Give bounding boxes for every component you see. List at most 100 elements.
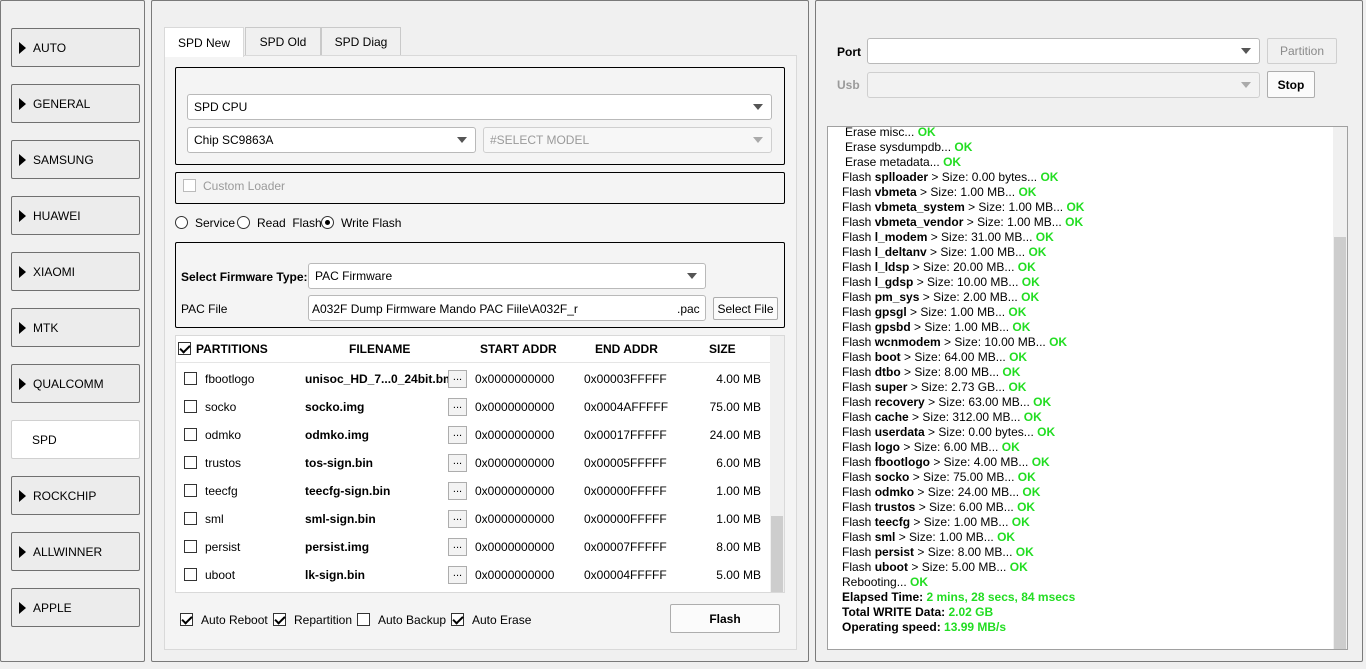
select-file-button[interactable]: Select File xyxy=(713,297,778,320)
log-text: Flash xyxy=(842,410,875,424)
brand-button-auto[interactable]: AUTO xyxy=(11,28,140,67)
row-checkbox[interactable] xyxy=(184,512,197,525)
brand-label: AUTO xyxy=(33,40,67,55)
browse-file-button[interactable]: ... xyxy=(448,566,467,584)
row-size: 4.00 MB xyxy=(716,372,761,386)
pac-file-field[interactable]: A032F Dump Firmware Mando PAC Fiile\A032… xyxy=(308,295,706,321)
log-text: Flash xyxy=(842,470,875,484)
log-partition: l_modem xyxy=(874,230,928,244)
log-size: > Size: 1.00 MB... xyxy=(916,185,1019,199)
port-select[interactable] xyxy=(867,38,1260,64)
browse-file-button[interactable]: ... xyxy=(448,482,467,500)
row-checkbox[interactable] xyxy=(184,428,197,441)
browse-file-button[interactable]: ... xyxy=(448,454,467,472)
custom-loader-checkbox[interactable] xyxy=(183,179,196,192)
option-auto-reboot-checkbox[interactable] xyxy=(180,613,193,626)
write-flash-radio[interactable] xyxy=(321,216,334,229)
summary-label: Total WRITE Data: xyxy=(842,605,949,619)
log-size: > Size: 8.00 MB... xyxy=(900,365,1003,379)
browse-file-button[interactable]: ... xyxy=(448,370,467,388)
spd-cpu-select[interactable]: SPD CPU xyxy=(187,94,772,120)
option-label: Repartition xyxy=(294,613,353,627)
log-status: OK xyxy=(943,155,962,169)
log-line: Flash dtbo > Size: 8.00 MB... OK xyxy=(842,365,1020,380)
brand-label: ROCKCHIP xyxy=(33,488,97,503)
log-size: > Size: 0.00 bytes... xyxy=(924,425,1038,439)
log-line: Flash logo > Size: 6.00 MB... OK xyxy=(842,440,1020,455)
brand-button-qualcomm[interactable]: QUALCOMM xyxy=(11,364,140,403)
table-row[interactable]: teecfg teecfg-sign.bin... 0x0000000000 0x00… xyxy=(176,477,770,505)
table-row[interactable]: sml sml-sign.bin... 0x0000000000 0x00000FFF… xyxy=(176,505,770,533)
log-text: Erase misc... xyxy=(845,126,918,139)
brand-button-rockchip[interactable]: ROCKCHIP xyxy=(11,476,140,515)
log-text: Flash xyxy=(842,395,875,409)
chip-select[interactable]: Chip SC9863A xyxy=(187,127,476,153)
browse-file-button[interactable]: ... xyxy=(448,398,467,416)
header-filename: FILENAME xyxy=(349,342,411,356)
table-row[interactable]: socko socko.img... 0x0000000000 0x0004AFFFF… xyxy=(176,393,770,421)
log-text: Flash xyxy=(842,485,875,499)
row-checkbox[interactable] xyxy=(184,456,197,469)
brand-label: MTK xyxy=(33,320,59,335)
table-scrollbar-thumb[interactable] xyxy=(771,516,783,592)
firmware-type-select[interactable]: PAC Firmware xyxy=(308,263,706,289)
service-radio[interactable] xyxy=(175,216,188,229)
log-text: Flash xyxy=(842,350,875,364)
tab-spd-old[interactable]: SPD Old xyxy=(245,27,321,56)
row-checkbox[interactable] xyxy=(184,400,197,413)
partition-button[interactable]: Partition xyxy=(1267,38,1337,64)
log-size: > Size: 31.00 MB... xyxy=(927,230,1036,244)
option-auto-backup-checkbox[interactable] xyxy=(357,613,370,626)
partitions-select-all-checkbox[interactable] xyxy=(178,342,191,355)
log-scrollbar[interactable] xyxy=(1333,127,1347,649)
log-line: Flash cache > Size: 312.00 MB... OK xyxy=(842,410,1042,425)
port-label: Port xyxy=(837,45,861,59)
summary-label: Elapsed Time: xyxy=(842,590,927,604)
row-checkbox[interactable] xyxy=(184,568,197,581)
brand-button-general[interactable]: GENERAL xyxy=(11,84,140,123)
brand-button-spd[interactable]: SPD xyxy=(11,420,140,459)
brand-button-allwinner[interactable]: ALLWINNER xyxy=(11,532,140,571)
log-size: > Size: 1.00 MB... xyxy=(963,215,1066,229)
log-size: > Size: 4.00 MB... xyxy=(930,455,1032,469)
caret-right-icon xyxy=(19,545,26,558)
option-auto-erase-checkbox[interactable] xyxy=(451,613,464,626)
log-partition: odmko xyxy=(874,485,915,499)
table-row[interactable]: persist persist.img... 0x0000000000 0x00007… xyxy=(176,533,770,561)
chevron-down-icon xyxy=(753,137,763,143)
table-scrollbar[interactable] xyxy=(770,336,784,592)
browse-file-button[interactable]: ... xyxy=(448,510,467,528)
row-end-addr: 0x00004FFFFF xyxy=(584,568,667,582)
chevron-down-icon xyxy=(753,104,763,110)
log-status: OK xyxy=(917,126,936,139)
log-status: OK xyxy=(1009,560,1028,574)
tab-spd-new[interactable]: SPD New xyxy=(164,27,244,57)
table-row[interactable]: fbootlogo unisoc_HD_7...0_24bit.bmp... 0x0… xyxy=(176,365,770,393)
log-line: Flash l_ldsp > Size: 20.00 MB... OK xyxy=(842,260,1036,275)
stop-button[interactable]: Stop xyxy=(1267,71,1315,98)
row-checkbox[interactable] xyxy=(184,484,197,497)
browse-file-button[interactable]: ... xyxy=(448,538,467,556)
table-row[interactable]: odmko odmko.img... 0x0000000000 0x00017FFFF… xyxy=(176,421,770,449)
brand-button-huawei[interactable]: HUAWEI xyxy=(11,196,140,235)
flash-button[interactable]: Flash xyxy=(670,604,780,633)
log-scrollbar-thumb[interactable] xyxy=(1334,237,1346,649)
tab-spd-diag[interactable]: SPD Diag xyxy=(321,27,401,56)
row-start-addr: 0x0000000000 xyxy=(475,512,555,526)
table-row[interactable]: uboot lk-sign.bin... 0x0000000000 0x00004FF… xyxy=(176,561,770,589)
browse-file-button[interactable]: ... xyxy=(448,426,467,444)
row-checkbox[interactable] xyxy=(184,372,197,385)
usb-select[interactable] xyxy=(867,72,1260,98)
read-flash-radio[interactable] xyxy=(237,216,250,229)
log-line: Flash trustos > Size: 6.00 MB... OK xyxy=(842,500,1035,515)
brand-button-mtk[interactable]: MTK xyxy=(11,308,140,347)
row-partition: teecfg xyxy=(205,484,238,498)
row-checkbox[interactable] xyxy=(184,540,197,553)
log-text: Flash xyxy=(842,170,875,184)
brand-button-samsung[interactable]: SAMSUNG xyxy=(11,140,140,179)
brand-button-apple[interactable]: APPLE xyxy=(11,588,140,627)
option-repartition-checkbox[interactable] xyxy=(273,613,286,626)
table-row[interactable]: trustos tos-sign.bin... 0x0000000000 0x0000… xyxy=(176,449,770,477)
model-select[interactable]: #SELECT MODEL xyxy=(483,127,772,153)
brand-button-xiaomi[interactable]: XIAOMI xyxy=(11,252,140,291)
